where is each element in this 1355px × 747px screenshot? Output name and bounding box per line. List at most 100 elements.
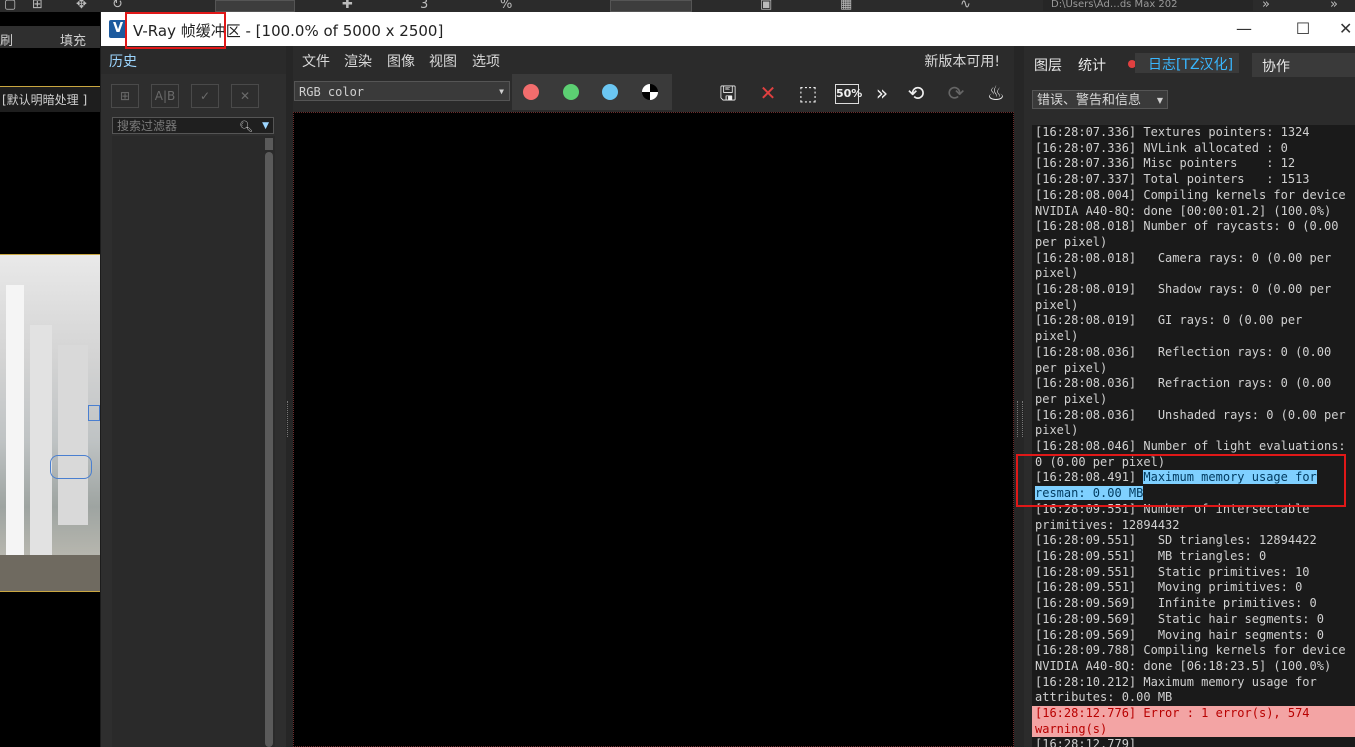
log-line: NVIDIA A40-8Q: done [06:18:23.5] (100.0%…: [1032, 658, 1355, 675]
host-toolbar: ▢ ⊞ ✥ ↻ ✚ 3 % ▣ ▦ ∿ D:\Users\Ad…ds Max 2…: [0, 0, 1355, 12]
log-line: [16:28:07.336] NVLink allocated : 0: [1032, 140, 1355, 157]
host-overflow-icon[interactable]: »: [1330, 0, 1338, 12]
log-line: [16:28:08.036] Reflection rays: 0 (0.00: [1032, 344, 1355, 361]
red-channel-button[interactable]: [523, 84, 539, 100]
host-ribbon-item[interactable]: 填充: [60, 30, 86, 49]
log-text-area[interactable]: [16:28:07.336] Textures pointers: 1324 [1…: [1032, 125, 1355, 747]
log-line: attributes: 0.00 MB: [1032, 690, 1355, 707]
log-line-error: warning(s): [1032, 721, 1355, 738]
more-tools-icon[interactable]: »: [869, 80, 895, 106]
log-filter-select[interactable]: 错误、警告和信息 ▼: [1032, 90, 1168, 109]
log-line: [16:28:09.569] Static hair segments: 0: [1032, 611, 1355, 628]
tab-stats[interactable]: 统计: [1078, 55, 1106, 75]
log-line: primitives: 12894432: [1032, 517, 1355, 534]
save-image-icon[interactable]: 🖫︎: [715, 80, 741, 106]
scrollbar-thumb[interactable]: [265, 152, 273, 747]
clear-image-icon[interactable]: ✕: [755, 80, 781, 106]
host-tool-icon[interactable]: ✚: [342, 0, 353, 12]
interactive-render-icon[interactable]: ⟳: [943, 80, 969, 106]
right-splitter[interactable]: [1014, 46, 1024, 747]
history-save-icon[interactable]: ⊞: [111, 84, 139, 108]
host-viewport[interactable]: [0, 254, 100, 592]
viewport-furniture: [0, 555, 100, 591]
history-header: 历史: [101, 46, 286, 74]
teapot-icon[interactable]: ♨: [983, 80, 1009, 106]
close-button[interactable]: ✕: [1339, 18, 1355, 40]
host-tool-icon[interactable]: ▢: [4, 0, 16, 12]
render-toolbar: RGB color ▼ 🖫︎ ✕ ⬚ 50% » ⟲ ⟳ ♨: [293, 74, 1014, 110]
left-splitter[interactable]: [286, 46, 294, 747]
log-line: NVIDIA A40-8Q: done [00:00:01.2] (100.0%…: [1032, 203, 1355, 220]
menu-image[interactable]: 图像: [387, 51, 415, 71]
region-render-icon[interactable]: ⬚: [795, 80, 821, 106]
tab-log-label: 日志[TZ汉化]: [1148, 57, 1234, 73]
host-tool-icon[interactable]: 3: [420, 0, 428, 12]
host-ribbon-item[interactable]: 刷: [0, 30, 13, 49]
vray-frame-buffer-window: V V-Ray 帧缓冲区 - [100.0% of 5000 x 2500] —…: [101, 12, 1355, 747]
log-line: [16:28:09.551] SD triangles: 12894422: [1032, 533, 1355, 549]
log-line: per pixel): [1032, 360, 1355, 377]
render-teapot-icon[interactable]: ⟲: [903, 80, 929, 106]
maximize-button[interactable]: ☐: [1288, 18, 1318, 40]
history-remove-icon[interactable]: ✕: [231, 84, 259, 108]
host-overflow-icon[interactable]: »: [1262, 0, 1270, 12]
log-line: [16:28:07.337] Total pointers : 1513: [1032, 172, 1355, 188]
menu-view[interactable]: 视图: [429, 51, 457, 71]
zoom-percent-icon[interactable]: 50%: [835, 84, 862, 104]
log-line: [16:28:09.551] Moving primitives: 0: [1032, 580, 1355, 597]
tab-collaboration[interactable]: 协作: [1252, 53, 1355, 77]
viewport-wireframe: [50, 455, 92, 479]
search-icon[interactable]: 🔍︎: [239, 118, 253, 135]
viewport-building: [30, 325, 52, 585]
history-load-icon[interactable]: ✓: [191, 84, 219, 108]
blue-channel-button[interactable]: [602, 84, 618, 100]
log-line: [16:28:09.569] Infinite primitives: 0: [1032, 596, 1355, 612]
log-line: [16:28:07.336] Misc pointers : 12: [1032, 156, 1355, 173]
update-notice[interactable]: 新版本可用!: [924, 51, 1000, 71]
history-tab[interactable]: 历史: [109, 51, 137, 71]
rotate-icon[interactable]: ↻: [112, 0, 123, 12]
tab-log[interactable]: 日志[TZ汉化]: [1135, 53, 1239, 73]
log-line: [16:28:10.212] Maximum memory usage for: [1032, 674, 1355, 691]
curve-editor-icon[interactable]: ∿: [960, 0, 971, 12]
log-line: pixel): [1032, 266, 1355, 283]
log-line: [16:28:08.004] Compiling kernels for dev…: [1032, 187, 1355, 204]
scroll-up-arrow[interactable]: [265, 138, 273, 150]
menu-render[interactable]: 渲染: [344, 51, 372, 71]
history-search-input[interactable]: 搜索过滤器 🔍︎ ▼: [112, 117, 274, 134]
host-selection-set[interactable]: [610, 0, 692, 12]
menu-file[interactable]: 文件: [302, 51, 330, 71]
history-scrollbar[interactable]: [263, 136, 275, 747]
chevron-down-icon[interactable]: ▼: [262, 118, 269, 135]
minimize-button[interactable]: —: [1229, 18, 1259, 40]
viewport-shading-label[interactable]: [默认明暗处理 ]: [0, 86, 100, 112]
host-tool-icon[interactable]: ▣: [760, 0, 772, 12]
log-lines: [16:28:07.336] Textures pointers: 1324 [1…: [1032, 125, 1355, 747]
render-image-view[interactable]: [293, 112, 1014, 747]
percent-snap-icon[interactable]: %: [500, 0, 512, 12]
log-line: [16:28:12.779]: [1032, 737, 1355, 747]
annotation-box-log-tab: [125, 12, 226, 49]
history-ab-compare-icon[interactable]: A|B: [151, 84, 179, 108]
alpha-channel-button[interactable]: [642, 84, 658, 100]
chevron-down-icon: ▼: [499, 87, 504, 96]
history-search-placeholder: 搜索过滤器: [117, 119, 178, 133]
history-list[interactable]: [112, 136, 274, 747]
title-bar[interactable]: V V-Ray 帧缓冲区 - [100.0% of 5000 x 2500] —…: [101, 12, 1355, 46]
menu-options[interactable]: 选项: [472, 51, 500, 71]
log-line: per pixel): [1032, 391, 1355, 408]
move-icon[interactable]: ✥: [76, 0, 87, 12]
viewport-wireframe: [88, 405, 100, 421]
log-line: pixel): [1032, 329, 1355, 345]
channel-select[interactable]: RGB color ▼: [294, 81, 510, 101]
log-line: [16:28:09.551] MB triangles: 0: [1032, 548, 1355, 565]
host-tool-icon[interactable]: ⊞: [32, 0, 43, 12]
host-tool-icon[interactable]: ▦: [840, 0, 852, 12]
log-line: [16:28:08.018] Number of raycasts: 0 (0.…: [1032, 219, 1355, 235]
host-dropdown[interactable]: [215, 0, 295, 12]
green-channel-button[interactable]: [563, 84, 579, 100]
render-area: 文件 渲染 图像 视图 选项 新版本可用! RGB color ▼ 🖫︎ ✕ ⬚…: [293, 46, 1014, 747]
splitter-grip[interactable]: [1017, 401, 1023, 437]
log-line: pixel): [1032, 423, 1355, 440]
tab-layers[interactable]: 图层: [1034, 55, 1062, 75]
